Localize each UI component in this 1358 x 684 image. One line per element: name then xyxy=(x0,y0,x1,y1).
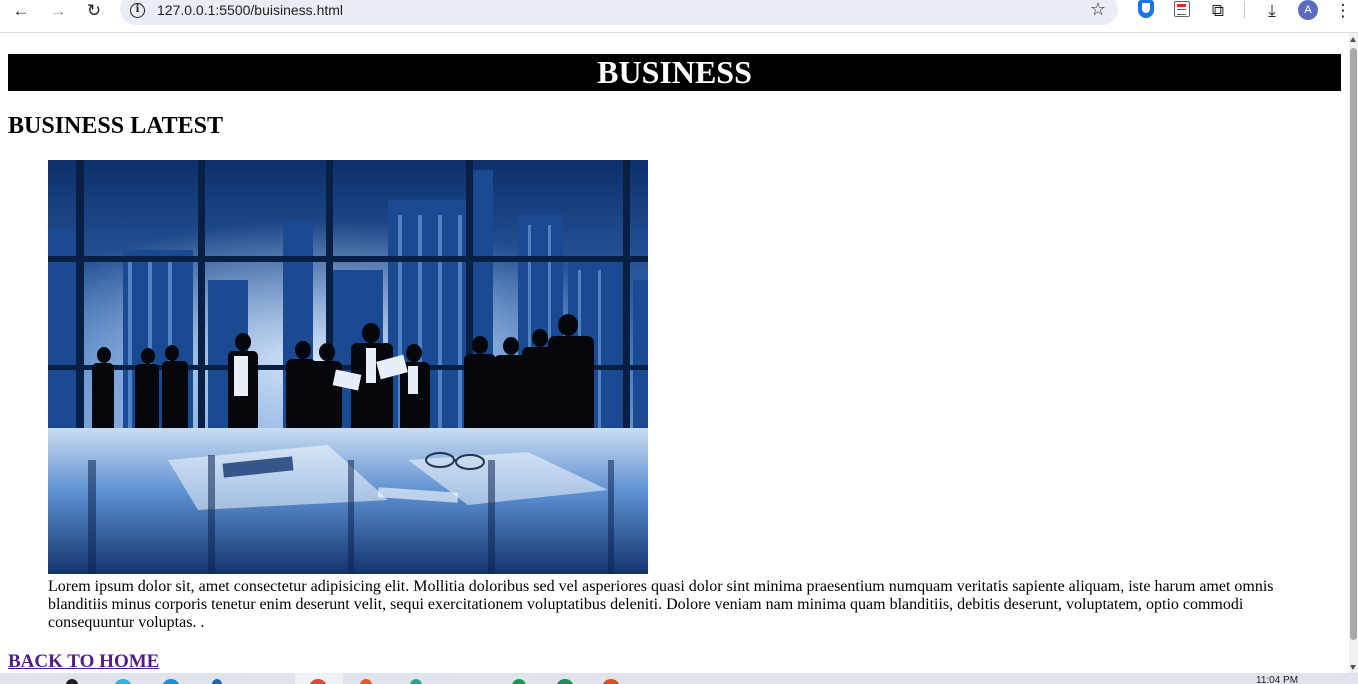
chrome-menu-icon[interactable]: ⋮ xyxy=(1329,0,1357,20)
business-meeting-image xyxy=(48,160,648,574)
scroll-up-arrow-icon[interactable] xyxy=(1350,37,1356,42)
profile-avatar[interactable]: A xyxy=(1298,0,1318,20)
taskbar-clock[interactable]: 11:04 PM xyxy=(1256,676,1298,684)
url-text[interactable]: 127.0.0.1:5500/buisiness.html xyxy=(157,2,343,18)
download-icon[interactable]: ⤓ xyxy=(1258,0,1286,20)
scroll-down-arrow-icon[interactable] xyxy=(1350,665,1356,670)
browser-toolbar: ← → ↻ i 127.0.0.1:5500/buisiness.html ☆ … xyxy=(0,0,1358,33)
page-scrollbar[interactable] xyxy=(1349,33,1358,673)
shield-extension-icon[interactable] xyxy=(1138,0,1154,18)
taskbar-app-icon[interactable] xyxy=(512,679,526,684)
taskbar-search-icon[interactable] xyxy=(66,679,78,684)
taskbar-app-icon[interactable] xyxy=(360,679,372,684)
address-bar[interactable]: i 127.0.0.1:5500/buisiness.html ☆ xyxy=(120,0,1118,25)
section-title: BUSINESS LATEST xyxy=(8,113,223,139)
reload-icon[interactable]: ↻ xyxy=(80,0,108,20)
taskbar-app-icon[interactable] xyxy=(556,679,574,684)
scrollbar-thumb[interactable] xyxy=(1350,48,1357,640)
bookmark-star-icon[interactable]: ☆ xyxy=(1090,0,1106,20)
os-taskbar: 11:04 PM xyxy=(0,673,1358,684)
chrome-taskbar-icon[interactable] xyxy=(309,679,327,684)
toolbar-divider xyxy=(1244,1,1245,18)
taskbar-app-icon[interactable] xyxy=(410,679,422,684)
article-paragraph: Lorem ipsum dolor sit, amet consectetur … xyxy=(48,578,1274,631)
page-banner: BUSINESS xyxy=(8,54,1341,91)
taskbar-app-icon[interactable] xyxy=(212,679,222,684)
site-info-icon[interactable]: i xyxy=(130,3,145,18)
taskbar-app-icon[interactable] xyxy=(602,679,620,684)
forward-icon[interactable]: → xyxy=(44,0,72,20)
extensions-puzzle-icon[interactable]: ⧉ xyxy=(1204,0,1232,20)
taskbar-app-icon[interactable] xyxy=(114,679,132,684)
back-to-home-link[interactable]: BACK TO HOME xyxy=(8,651,159,673)
back-icon[interactable]: ← xyxy=(7,0,35,20)
taskbar-active-app[interactable] xyxy=(295,673,343,684)
reader-extension-icon[interactable] xyxy=(1174,1,1190,17)
taskbar-app-icon[interactable] xyxy=(162,679,180,684)
